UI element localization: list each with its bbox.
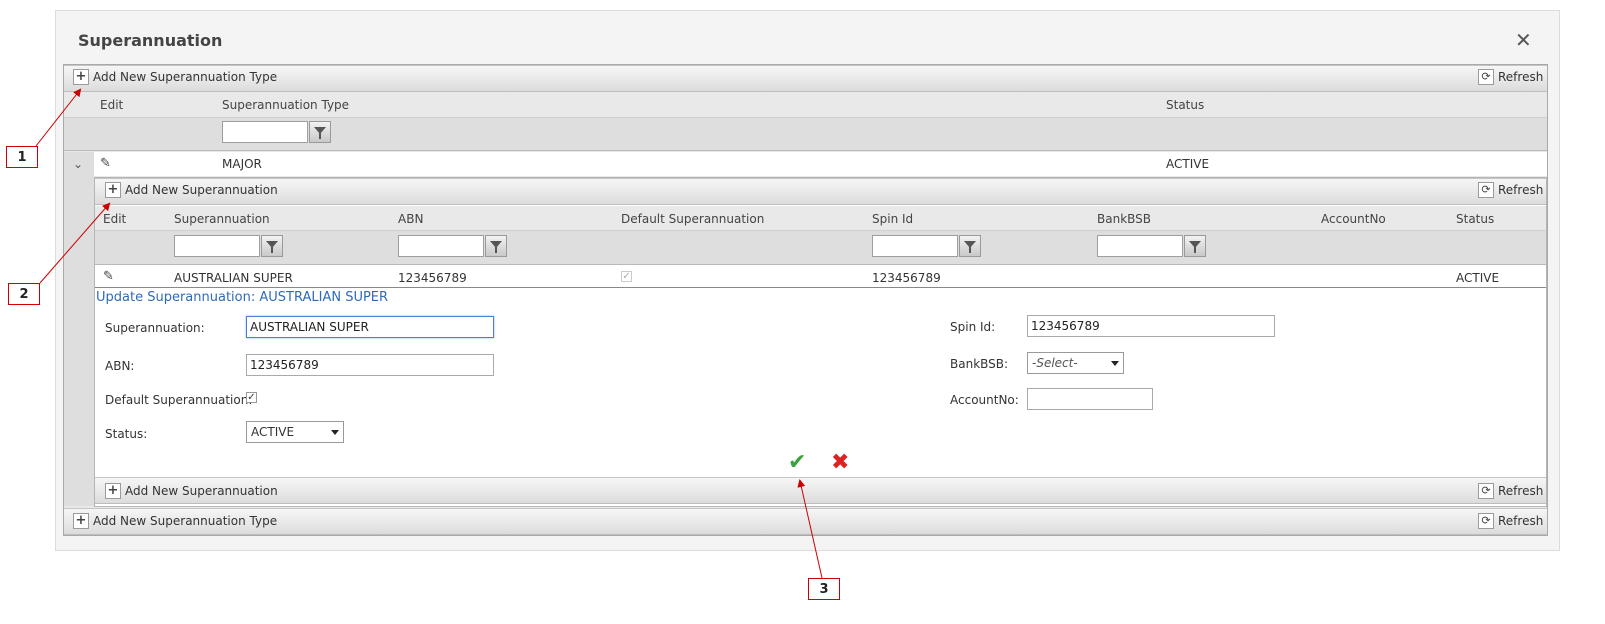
callout-arrow-2 [39, 202, 111, 284]
callout-2: 2 [8, 283, 40, 305]
callout-arrow-3 [797, 479, 823, 579]
callout-arrows [35, 88, 823, 579]
callout-1: 1 [6, 146, 38, 168]
callout-arrow-1 [35, 88, 82, 147]
callout-3: 3 [808, 578, 840, 600]
